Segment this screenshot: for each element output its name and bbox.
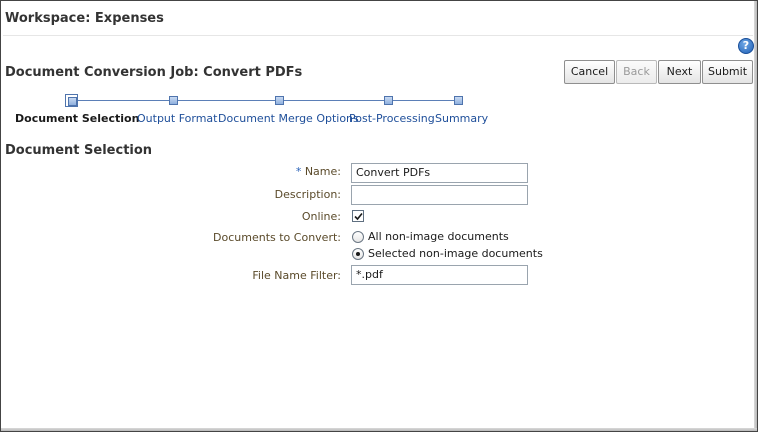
documents-to-convert-label: Documents to Convert: (213, 231, 341, 244)
train-stop-output-format[interactable] (169, 96, 178, 105)
train-stop-summary[interactable] (454, 96, 463, 105)
name-input[interactable]: Convert PDFs (351, 163, 528, 183)
next-button[interactable]: Next (658, 60, 701, 84)
online-checkbox[interactable] (352, 210, 364, 222)
radio-label-all-non-image-documents[interactable]: All non-image documents (368, 230, 509, 243)
train-label-summary[interactable]: Summary (435, 112, 488, 125)
back-button: Back (616, 60, 657, 84)
file-name-filter-label: File Name Filter: (252, 269, 341, 282)
name-label-text: Name: (304, 165, 341, 178)
train-stop-document-merge-options[interactable] (275, 96, 284, 105)
workspace-title: Workspace: Expenses (5, 11, 164, 26)
train-connector (178, 100, 275, 101)
submit-button[interactable]: Submit (702, 60, 753, 84)
description-label: Description: (274, 188, 341, 201)
train-connector (393, 100, 455, 101)
radio-selected-non-image-documents[interactable] (352, 248, 364, 260)
online-label: Online: (301, 210, 341, 223)
required-indicator: * (295, 165, 302, 178)
train-label-document-selection: Document Selection (15, 112, 140, 125)
section-title: Document Selection (5, 143, 153, 158)
train-connector (284, 100, 384, 101)
train-label-post-processing[interactable]: Post-Processing (349, 112, 435, 125)
radio-label-selected-non-image-documents[interactable]: Selected non-image documents (368, 247, 543, 260)
window-border-right (754, 1, 757, 431)
radio-all-non-image-documents[interactable] (352, 231, 364, 243)
file-name-filter-input[interactable]: *.pdf (351, 265, 528, 285)
train-label-document-merge-options[interactable]: Document Merge Options (218, 112, 359, 125)
name-label: * Name: (5, 165, 341, 178)
window-border-bottom (1, 428, 757, 431)
description-input[interactable] (351, 185, 528, 205)
application-window: Workspace: Expenses ? Document Conversio… (0, 0, 758, 432)
help-icon[interactable]: ? (738, 38, 754, 54)
train-label-output-format[interactable]: Output Format (137, 112, 217, 125)
header-divider (3, 35, 753, 36)
checkmark-icon (354, 212, 363, 221)
train-stop-post-processing[interactable] (384, 96, 393, 105)
train-connector (78, 100, 170, 101)
train-stop-document-selection (65, 94, 78, 107)
page-title: Document Conversion Job: Convert PDFs (5, 65, 303, 80)
cancel-button[interactable]: Cancel (564, 60, 615, 84)
